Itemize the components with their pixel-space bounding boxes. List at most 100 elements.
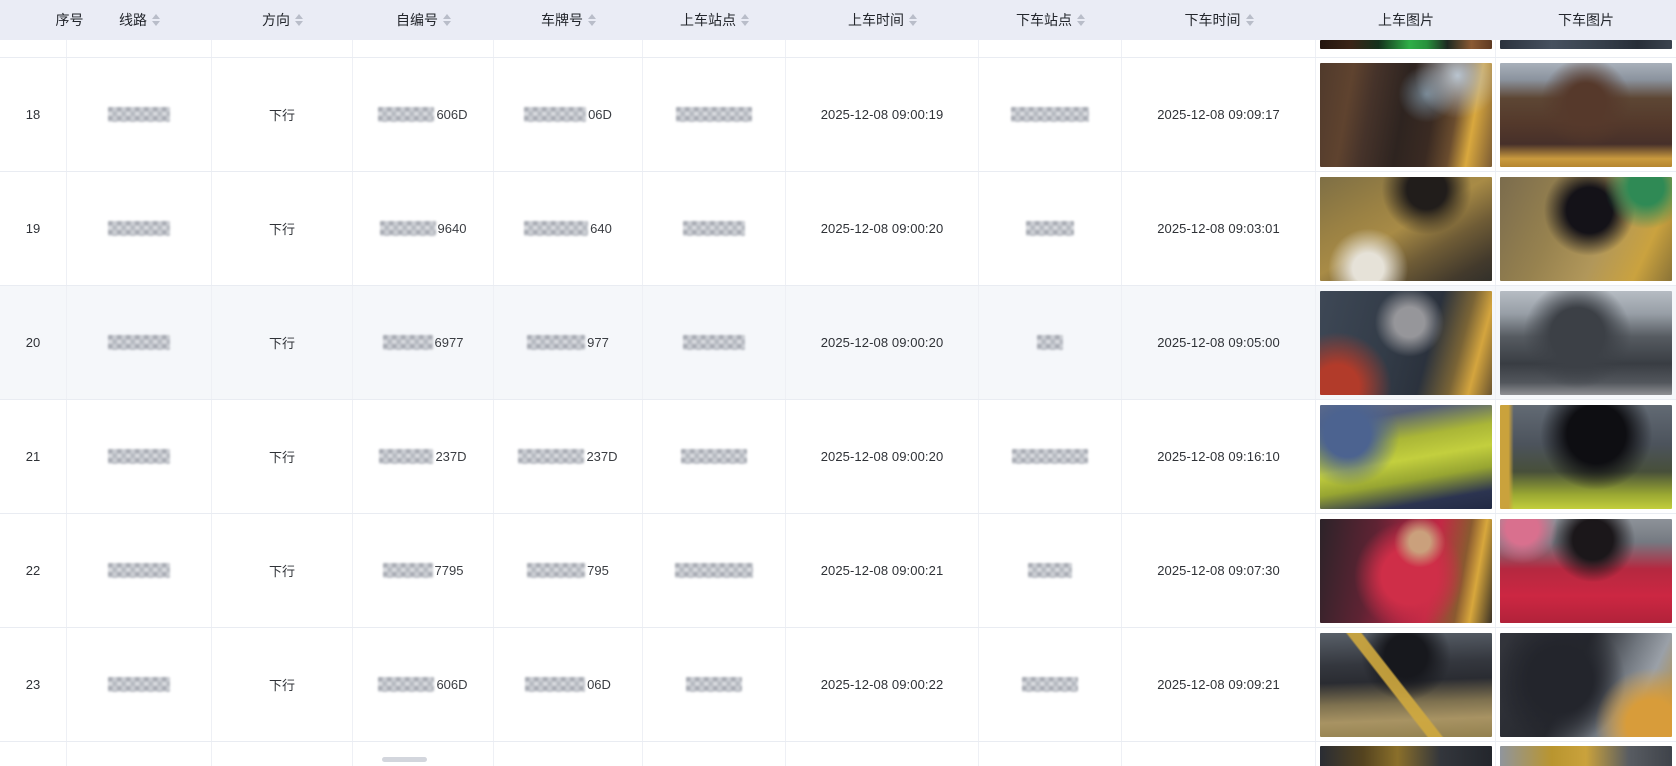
plate-number-suffix: 977 [587,335,609,350]
sort-carets-icon[interactable] [152,10,160,30]
plate-number-suffix: 795 [587,563,609,578]
boarding-photo[interactable] [1319,632,1492,737]
cell-unit-number: 7795 [353,514,494,627]
table-row[interactable]: 22 下行 7795 795 2025-12-08 09:00:21 2025-12-08… [0,514,1676,628]
sort-descending-icon[interactable] [909,21,917,30]
boarding-photo[interactable] [1319,404,1492,509]
boarding-photo[interactable] [1319,518,1492,623]
sort-descending-icon[interactable] [741,21,749,30]
column-label-alight_station: 下车站点 [1016,12,1072,28]
sort-ascending-icon[interactable] [443,10,451,19]
alighting-photo[interactable] [1500,404,1672,509]
boarding-photo[interactable] [1319,746,1492,766]
cell-alighting-time: 2025-12-08 09:07:30 [1122,514,1316,627]
sort-carets-icon[interactable] [443,10,451,30]
column-header-plate[interactable]: 车牌号 [494,0,643,40]
column-header-board_station[interactable]: 上车站点 [643,0,786,40]
alighting-photo[interactable] [1500,62,1672,167]
cell-unit-number: 9640 [353,172,494,285]
cell-seq: 21 [0,400,67,513]
masked-line-text [108,107,170,122]
cell-direction: 下行 [212,514,353,627]
sort-carets-icon[interactable] [588,10,596,30]
sort-ascending-icon[interactable] [152,10,160,19]
sort-carets-icon[interactable] [1245,10,1254,30]
masked-alighting-station-text [1037,335,1063,350]
boarding-photo[interactable] [1319,290,1492,395]
horizontal-scrollbar-thumb[interactable] [382,757,427,762]
column-label-plate: 车牌号 [541,12,583,28]
column-header-direction[interactable]: 方向 [212,0,353,40]
masked-unit-prefix [382,563,433,578]
sort-ascending-icon[interactable] [588,10,596,19]
sort-descending-icon[interactable] [152,21,160,30]
boarding-photo[interactable] [1319,62,1492,167]
table-body: 18 下行 606D 06D 2025-12-08 09:00:19 2025-12-08… [0,40,1676,766]
sort-ascending-icon[interactable] [741,10,749,19]
sort-ascending-icon[interactable] [909,10,917,19]
sort-ascending-icon[interactable] [295,10,303,19]
sort-carets-icon[interactable] [909,10,917,30]
sort-ascending-icon[interactable] [1245,10,1254,19]
cell-unit-number: 606D [353,58,494,171]
sort-descending-icon[interactable] [443,21,451,30]
empty-cell [643,40,786,57]
cell-boarding-time: 2025-12-08 09:00:21 [786,514,979,627]
column-header-board_time[interactable]: 上车时间 [786,0,979,40]
sort-descending-icon[interactable] [295,21,303,30]
cell-boarding-time: 2025-12-08 09:00:19 [786,58,979,171]
table-row[interactable]: 19 下行 9640 640 2025-12-08 09:00:20 2025-12-08… [0,172,1676,286]
column-header-seq: 序号 [0,0,84,40]
cell-seq: 20 [0,286,67,399]
table-header: 序号 线路 方向 自编号 车牌号 上车站点 上车时间 下车站点 下车时间 上车图片 下车图片 [0,0,1676,40]
table-row[interactable]: 21 下行 237D 237D 2025-12-08 09:00:20 2025-12-0… [0,400,1676,514]
sort-carets-icon[interactable] [1077,10,1085,30]
alighting-photo[interactable] [1500,40,1672,49]
empty-cell [212,742,353,766]
boarding-photo[interactable] [1319,176,1492,281]
cell-unit-number: 237D [353,400,494,513]
masked-plate-prefix [524,221,589,236]
table-row[interactable]: 20 下行 6977 977 2025-12-08 09:00:20 2025-12-08… [0,286,1676,400]
cell-boarding-time: 2025-12-08 09:00:22 [786,628,979,741]
sort-carets-icon[interactable] [295,10,303,30]
cell-alighting-station [979,172,1122,285]
empty-cell [1122,40,1316,57]
cell-boarding-station [643,400,786,513]
masked-boarding-station-text [686,677,742,692]
cell-plate-number: 977 [494,286,643,399]
column-header-alight_photo: 下车图片 [1496,0,1676,40]
masked-alighting-station-text [1012,449,1088,464]
column-header-alight_station[interactable]: 下车站点 [979,0,1122,40]
column-header-line[interactable]: 线路 [67,0,212,40]
empty-cell [786,40,979,57]
column-header-alight_time[interactable]: 下车时间 [1122,0,1316,40]
cell-line [67,400,212,513]
masked-alighting-station-text [1026,221,1074,236]
alighting-photo[interactable] [1500,290,1672,395]
empty-cell [353,40,494,57]
masked-unit-prefix [379,221,436,236]
sort-descending-icon[interactable] [1245,21,1254,30]
table-row[interactable]: 23 下行 606D 06D 2025-12-08 09:00:22 2025-12-08… [0,628,1676,742]
sort-carets-icon[interactable] [741,10,749,30]
alighting-photo[interactable] [1500,632,1672,737]
sort-descending-icon[interactable] [588,21,596,30]
sort-ascending-icon[interactable] [1077,10,1085,19]
masked-unit-prefix [378,107,435,122]
cell-alighting-station [979,58,1122,171]
alighting-photo[interactable] [1500,746,1672,766]
cell-boarding-station [643,172,786,285]
empty-cell [979,40,1122,57]
unit-number-suffix: 6977 [434,335,464,350]
table-row[interactable]: 18 下行 606D 06D 2025-12-08 09:00:19 2025-12-08… [0,58,1676,172]
sort-descending-icon[interactable] [1077,21,1085,30]
alighting-photo[interactable] [1500,176,1672,281]
cell-alighting-time: 2025-12-08 09:03:01 [1122,172,1316,285]
boarding-photo[interactable] [1319,40,1492,49]
masked-plate-prefix [527,563,586,578]
alighting-photo-cell [1496,286,1676,399]
plate-number-suffix: 06D [588,107,612,122]
alighting-photo[interactable] [1500,518,1672,623]
column-header-unit[interactable]: 自编号 [353,0,494,40]
